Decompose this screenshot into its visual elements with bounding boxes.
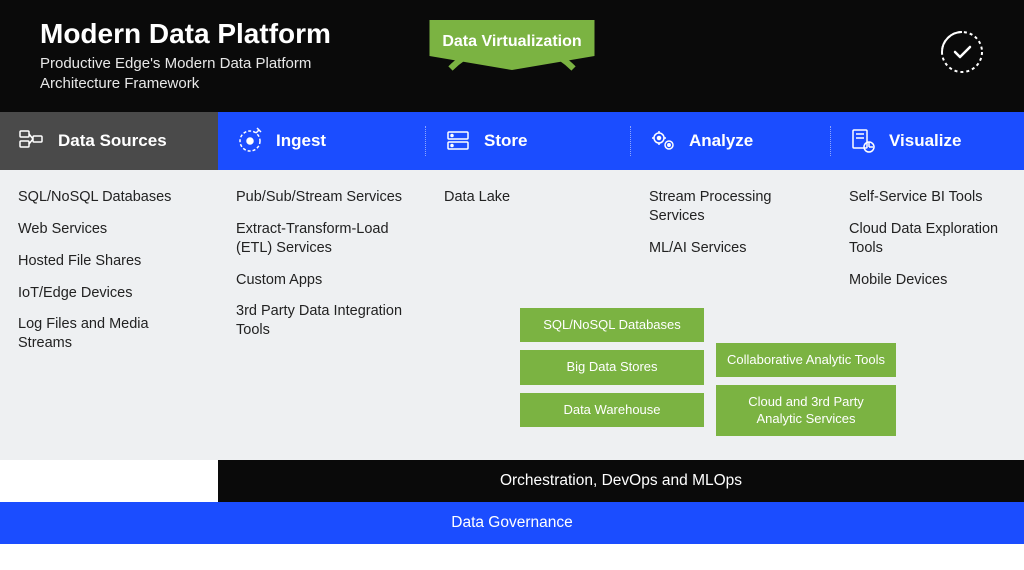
tab-data-sources: Data Sources: [0, 112, 218, 170]
highlight-box: SQL/NoSQL Databases: [520, 308, 704, 342]
highlight-box: Data Warehouse: [520, 393, 704, 427]
tab-label: Ingest: [276, 131, 326, 151]
list-item: Cloud Data Exploration Tools: [849, 220, 1006, 258]
highlight-box: Cloud and 3rd Party Analytic Services: [716, 385, 896, 436]
tab-visualize: Visualize: [831, 112, 1024, 170]
store-highlight-column: SQL/NoSQL Databases Big Data Stores Data…: [520, 308, 704, 436]
server-stack-icon: [444, 127, 472, 155]
highlight-box: Big Data Stores: [520, 350, 704, 384]
list-item: 3rd Party Data Integration Tools: [236, 302, 408, 340]
data-virtualization-badge: Data Virtualization: [392, 10, 632, 130]
column-data-sources: SQL/NoSQL Databases Web Services Hosted …: [0, 170, 218, 460]
list-item: Web Services: [18, 220, 200, 239]
header: Modern Data Platform Productive Edge's M…: [0, 0, 1024, 112]
tab-analyze: Analyze: [631, 112, 831, 170]
list-item: Extract-Transform-Load (ETL) Services: [236, 220, 408, 258]
tab-label: Data Sources: [58, 131, 167, 151]
tab-label: Visualize: [889, 131, 961, 151]
list-item: SQL/NoSQL Databases: [18, 188, 200, 207]
check-circle-icon: [940, 30, 984, 74]
tab-label: Analyze: [689, 131, 753, 151]
list-item: Log Files and Media Streams: [18, 315, 200, 353]
tab-label: Store: [484, 131, 527, 151]
column-ingest: Pub/Sub/Stream Services Extract-Transfor…: [218, 170, 426, 460]
database-cluster-icon: [18, 127, 46, 155]
list-item: Pub/Sub/Stream Services: [236, 188, 408, 207]
analyze-highlight-column: Collaborative Analytic Tools Cloud and 3…: [716, 343, 896, 436]
highlight-box: Collaborative Analytic Tools: [716, 343, 896, 377]
list-item: Stream Processing Services: [649, 188, 813, 226]
list-item: Mobile Devices: [849, 271, 1006, 290]
orchestration-bar: Orchestration, DevOps and MLOps: [218, 460, 1024, 502]
page-subtitle: Productive Edge's Modern Data Platform A…: [40, 54, 340, 95]
content-grid: SQL/NoSQL Databases Web Services Hosted …: [0, 170, 1024, 460]
list-item: Hosted File Shares: [18, 252, 200, 271]
list-item: Self-Service BI Tools: [849, 188, 1006, 207]
list-item: Data Lake: [444, 188, 613, 207]
chart-report-icon: [849, 127, 877, 155]
governance-label: Data Governance: [451, 514, 573, 532]
list-item: IoT/Edge Devices: [18, 284, 200, 303]
governance-bar: Data Governance: [0, 502, 1024, 544]
highlighted-services: SQL/NoSQL Databases Big Data Stores Data…: [520, 308, 896, 436]
gears-icon: [649, 127, 677, 155]
ingest-funnel-icon: [236, 127, 264, 155]
list-item: Custom Apps: [236, 271, 408, 290]
orchestration-label: Orchestration, DevOps and MLOps: [500, 472, 742, 490]
list-item: ML/AI Services: [649, 239, 813, 258]
